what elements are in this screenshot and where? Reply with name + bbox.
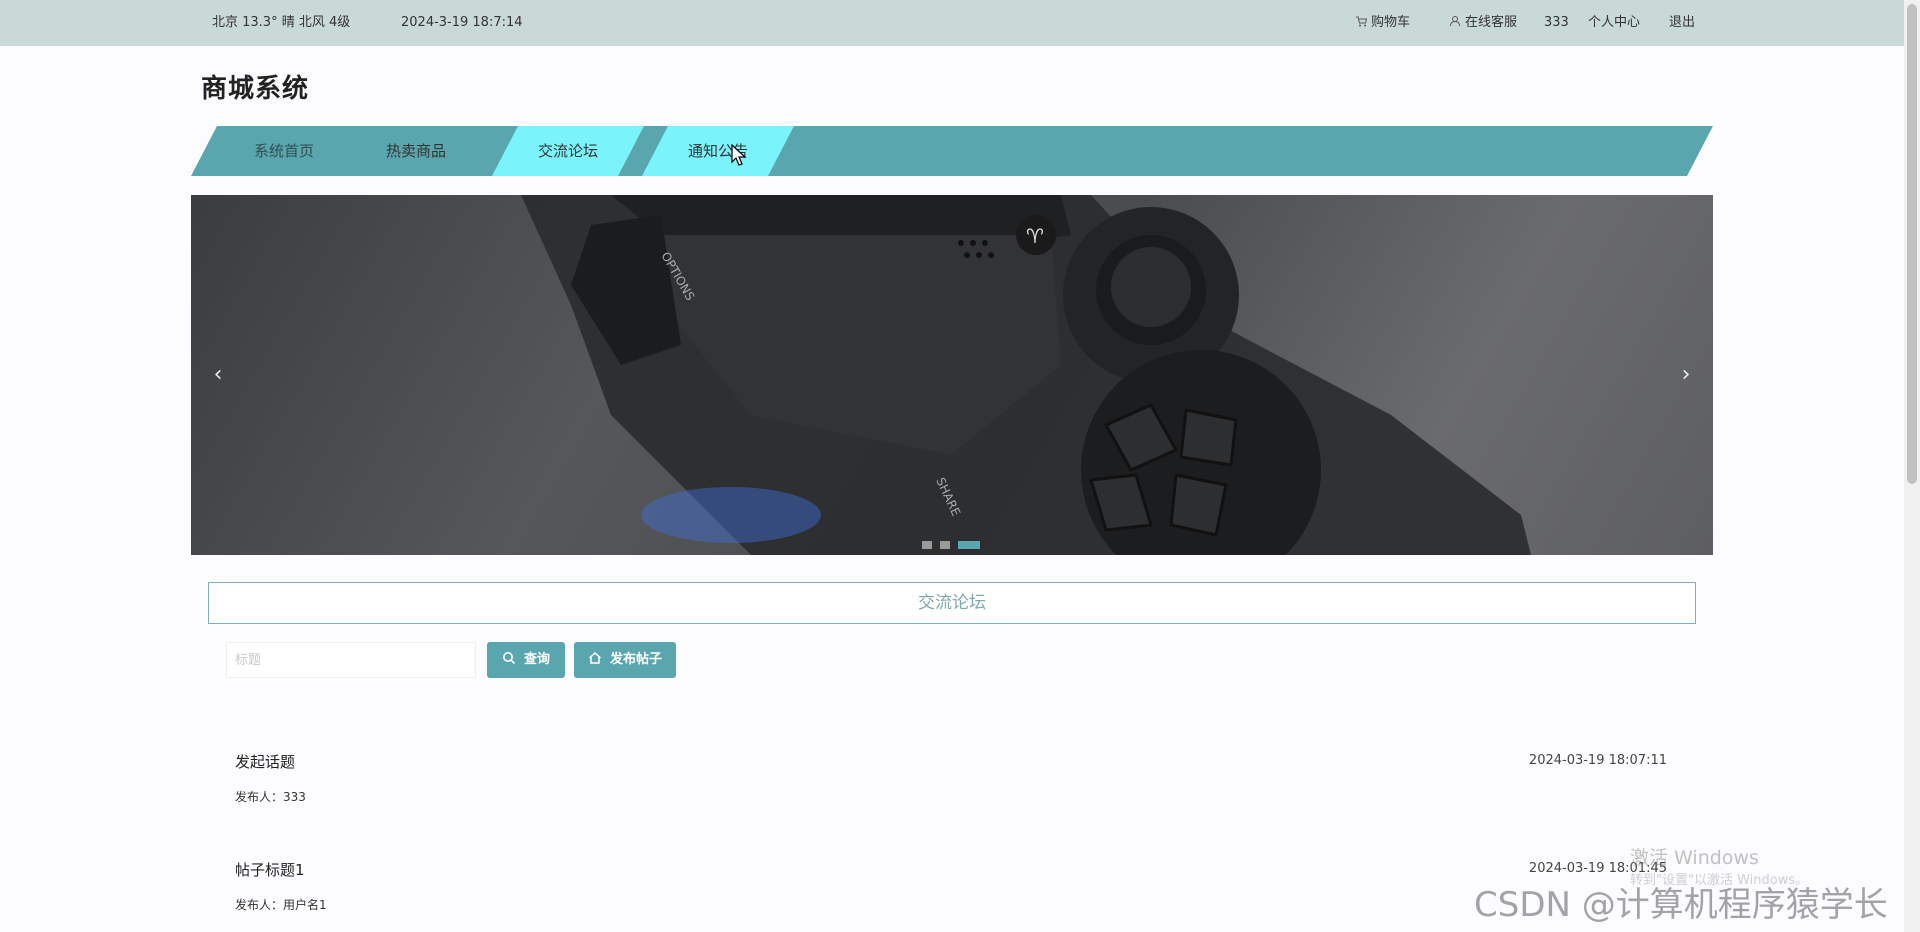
nav-item-home[interactable]: 系统首页	[238, 126, 330, 176]
chevron-left-icon: ‹	[213, 362, 223, 387]
post-title[interactable]: 帖子标题1	[235, 859, 305, 880]
weather-info: 北京 13.3° 晴 北风 4级	[212, 15, 351, 30]
search-button[interactable]: 查询	[487, 642, 565, 678]
carousel-indicators	[922, 541, 988, 551]
windows-activation-watermark: 激活 Windows	[1630, 847, 1759, 869]
csdn-watermark: CSDN @计算机程序猿学长	[1474, 885, 1888, 925]
logout-link[interactable]: 退出	[1669, 14, 1695, 31]
scrollbar-thumb[interactable]	[1907, 4, 1917, 484]
title-search-input[interactable]	[226, 642, 476, 678]
mouse-cursor-icon	[731, 144, 747, 166]
nav-item-forum[interactable]: 交流论坛	[492, 126, 644, 176]
post-title[interactable]: 发起话题	[235, 751, 295, 772]
username-link[interactable]: 333	[1544, 14, 1569, 31]
home-icon	[588, 651, 601, 664]
nav-item-notice[interactable]: 通知公告	[642, 126, 794, 176]
carousel-prev-button[interactable]: ‹	[201, 358, 235, 392]
carousel-next-button[interactable]: ›	[1669, 358, 1703, 392]
cart-link[interactable]: 购物车	[1355, 14, 1410, 31]
service-label: 在线客服	[1465, 15, 1518, 30]
carousel-dot[interactable]	[940, 541, 950, 549]
game-controller-image: ♈ OPTIONS SHARE	[521, 195, 1531, 555]
search-icon	[502, 652, 516, 665]
profile-link[interactable]: 个人中心	[1588, 14, 1640, 31]
post-author: 发布人：用户名1	[235, 898, 327, 912]
cart-label: 购物车	[1371, 15, 1411, 30]
site-logo: 商城系统	[201, 74, 310, 104]
chevron-right-icon: ›	[1681, 362, 1691, 387]
online-service-link[interactable]: 在线客服	[1449, 14, 1517, 31]
post-time: 2024-03-19 18:07:11	[1528, 753, 1667, 768]
forum-section-title: 交流论坛	[208, 582, 1696, 624]
carousel-dot-active[interactable]	[958, 541, 980, 549]
cart-icon	[1356, 16, 1367, 27]
publish-post-label: 发布帖子	[609, 652, 662, 667]
nav-item-hot-products[interactable]: 热卖商品	[370, 126, 462, 176]
svg-text:♈: ♈	[1026, 224, 1044, 248]
page-scrollbar[interactable]	[1904, 0, 1920, 932]
publish-post-button[interactable]: 发布帖子	[574, 642, 676, 678]
service-icon	[1450, 16, 1460, 27]
banner-carousel[interactable]: ♈ OPTIONS SHARE ‹ ›	[191, 195, 1713, 555]
post-author: 发布人：333	[235, 790, 306, 804]
carousel-dot[interactable]	[922, 541, 932, 549]
current-datetime: 2024-3-19 18:7:14	[401, 15, 523, 30]
top-bar: 北京 13.3° 晴 北风 4级 2024-3-19 18:7:14 购物车 在…	[0, 0, 1904, 46]
search-button-label: 查询	[523, 652, 550, 667]
